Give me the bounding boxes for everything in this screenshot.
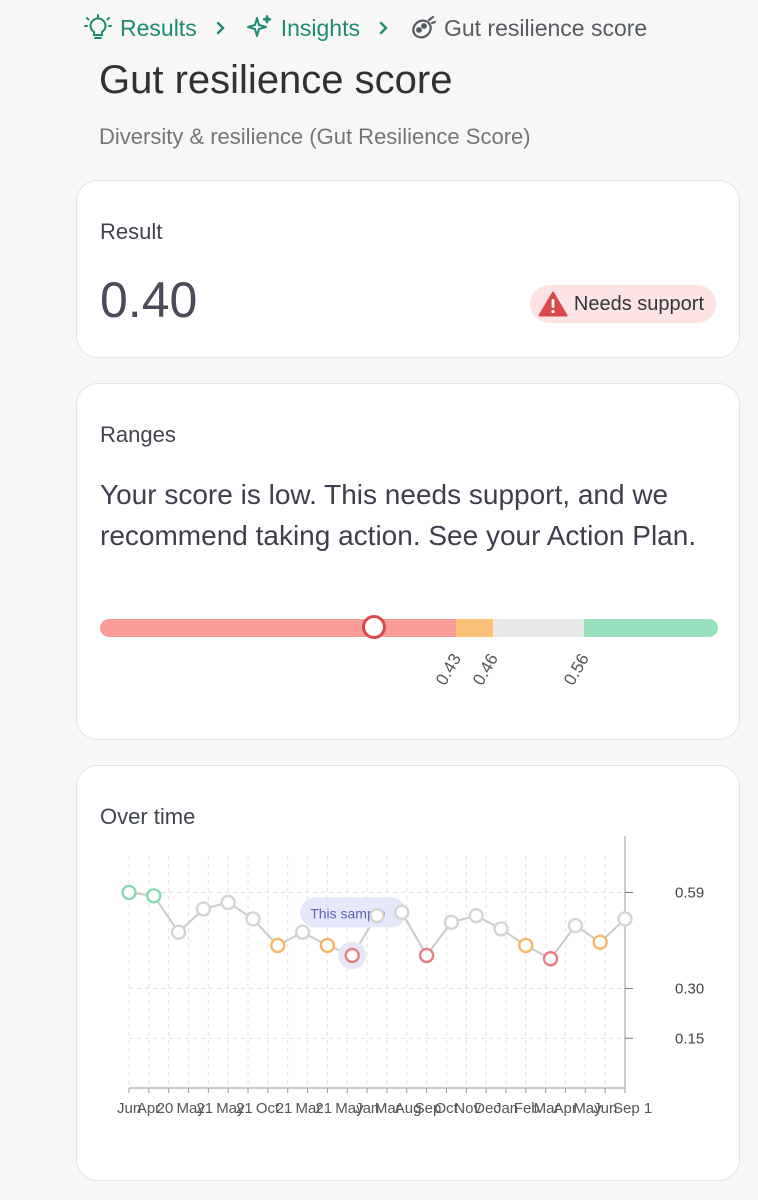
y-tick-label: 0.30	[675, 981, 704, 998]
x-tick-label: 21	[196, 1100, 213, 1117]
x-tick-label: 21	[236, 1100, 253, 1117]
status-badge: Needs support	[529, 285, 716, 323]
sparkle-icon	[246, 15, 272, 37]
data-point	[418, 947, 435, 964]
data-point	[294, 924, 311, 940]
data-point	[567, 917, 584, 934]
data-point	[518, 937, 534, 954]
breadcrumb-insights[interactable]: Insights	[245, 14, 360, 42]
data-point	[146, 888, 162, 904]
range-tick-label: 0.46	[469, 650, 503, 689]
bacteria-icon	[412, 15, 436, 39]
breadcrumb: Results Insights Gut resilience score	[84, 10, 647, 46]
result-card: Result 0.40 Needs support	[76, 180, 740, 358]
range-tick-label: 0.56	[560, 650, 594, 689]
ranges-card: Ranges Your score is low. This needs sup…	[76, 383, 740, 740]
data-point	[319, 937, 336, 954]
chevron-right-icon	[213, 20, 229, 36]
data-point	[220, 894, 236, 911]
x-tick-label: 21	[315, 1100, 332, 1117]
data-point	[394, 904, 410, 921]
x-tick-label: 20	[157, 1100, 174, 1117]
data-point	[443, 914, 460, 930]
ranges-label: Ranges	[100, 422, 176, 447]
data-point	[270, 937, 286, 954]
range-bar	[100, 619, 718, 637]
breadcrumb-results[interactable]: Results	[84, 14, 197, 42]
data-point	[369, 907, 385, 924]
status-badge-label: Needs support	[573, 292, 704, 315]
breadcrumb-results-label: Results	[120, 14, 197, 41]
range-segment-mid	[456, 619, 493, 637]
chevron-right-icon	[376, 20, 392, 36]
y-tick-label: 0.59	[675, 884, 704, 901]
range-segment-low	[100, 619, 456, 637]
result-label: Result	[100, 219, 163, 244]
data-point	[468, 907, 484, 924]
trend-chart: 0.590.300.15JunApr20 May21 May21 Oct21 Mar21…	[117, 836, 704, 1117]
score-value: 0.40	[100, 272, 198, 328]
warning-icon	[538, 291, 568, 317]
data-point	[245, 911, 261, 927]
breadcrumb-current: Gut resilience score	[408, 14, 647, 42]
page-title: Gut resilience score	[99, 58, 453, 102]
x-tick-label: 21	[276, 1100, 293, 1117]
ranges-description: Your score is low. This needs support, a…	[100, 479, 697, 551]
lightbulb-icon	[84, 14, 112, 39]
y-tick-label: 0.15	[675, 1030, 704, 1047]
range-segment-neutral	[493, 619, 584, 637]
range-tick-label: 0.43	[432, 650, 466, 689]
breadcrumb-insights-label: Insights	[280, 14, 360, 41]
x-tick-label: Sep 1	[613, 1100, 652, 1117]
overtime-card: Over time 0.59 0.30 0.15 Jun Apr 20 May 21 May 21…	[76, 765, 740, 1181]
breadcrumb-current-label: Gut resilience score	[443, 14, 648, 41]
data-point	[121, 884, 137, 901]
data-point	[493, 921, 509, 937]
data-point	[344, 947, 360, 964]
data-point	[195, 901, 212, 917]
range-marker	[361, 615, 386, 639]
data-point	[592, 934, 608, 950]
page-subtitle: Diversity & resilience (Gut Resilience S…	[99, 124, 531, 149]
range-segment-high	[584, 619, 718, 637]
data-point	[542, 951, 559, 967]
data-point	[617, 911, 633, 927]
data-point	[170, 924, 187, 940]
